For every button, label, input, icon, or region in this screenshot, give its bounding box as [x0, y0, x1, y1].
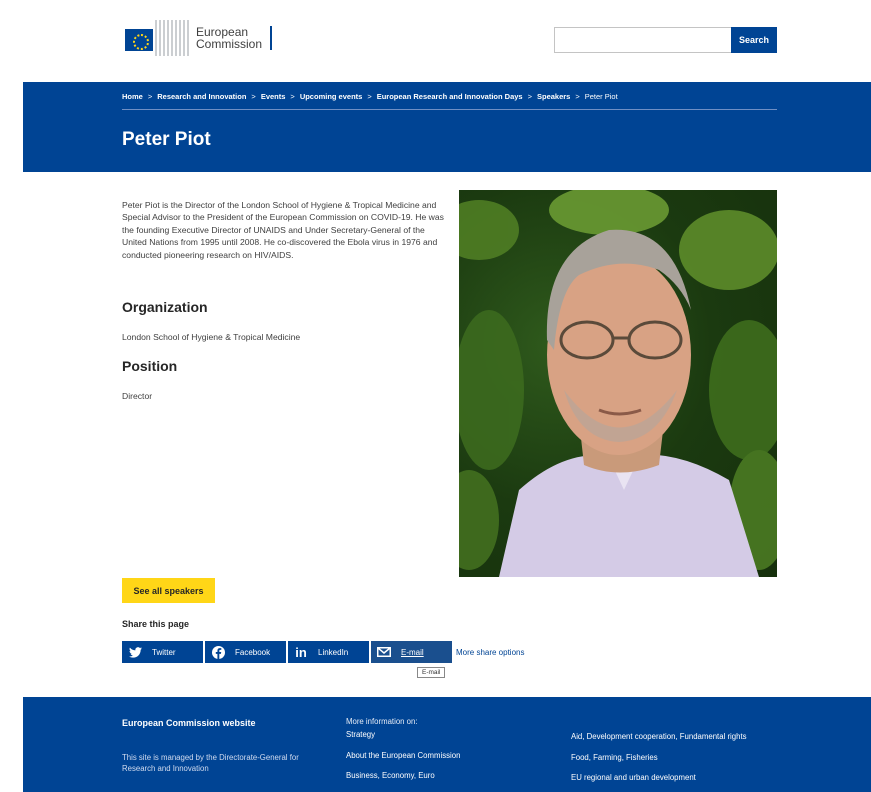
breadcrumb-separator-icon: >: [367, 92, 372, 101]
page-header-band: Home > Research and Innovation > Events …: [23, 82, 871, 172]
breadcrumb-speakers[interactable]: Speakers: [537, 92, 570, 101]
share-title: Share this page: [122, 619, 190, 629]
footer-links-column-1: More information on: Strategy About the …: [346, 716, 460, 780]
breadcrumb-current: Peter Piot: [584, 92, 618, 101]
position-value: Director: [122, 391, 153, 401]
footer-link-business[interactable]: Business, Economy, Euro: [346, 771, 460, 780]
footer-managed-by: This site is managed by the Directorate-…: [122, 753, 299, 773]
search-button[interactable]: Search: [731, 27, 777, 53]
email-tooltip: E-mail: [417, 667, 446, 678]
footer-link-aid[interactable]: Aid, Development cooperation, Fundamenta…: [571, 732, 747, 741]
position-heading: Position: [122, 358, 178, 374]
search-input[interactable]: [554, 27, 731, 53]
european-commission-logo[interactable]: European Commission: [122, 20, 273, 56]
footer-link-regional[interactable]: EU regional and urban development: [571, 773, 747, 782]
footer-link-strategy[interactable]: Strategy: [346, 728, 460, 741]
site-header: European Commission Search: [0, 0, 871, 82]
share-label: Twitter: [152, 647, 176, 657]
share-twitter-button[interactable]: Twitter: [122, 641, 203, 663]
twitter-icon: [128, 645, 142, 659]
footer-more-info-label: More information on:: [346, 717, 418, 726]
breadcrumb-separator-icon: >: [290, 92, 295, 101]
breadcrumb-home[interactable]: Home: [122, 92, 143, 101]
site-footer: European Commission website This site is…: [23, 697, 871, 792]
speaker-bio: Peter Piot is the Director of the London…: [122, 200, 444, 260]
breadcrumb-separator-icon: >: [147, 92, 153, 101]
breadcrumb-separator-icon: >: [527, 92, 532, 101]
email-icon: [377, 645, 391, 659]
share-label: E-mail: [401, 647, 424, 657]
share-linkedin-button[interactable]: in LinkedIn: [288, 641, 369, 663]
share-email-button[interactable]: E-mail: [371, 641, 452, 663]
organization-value: London School of Hygiene & Tropical Medi…: [122, 332, 301, 342]
eu-flag-icon: [122, 20, 191, 56]
more-share-options-link[interactable]: More share options: [456, 648, 524, 657]
organization-heading: Organization: [122, 299, 208, 315]
breadcrumb-ri-days[interactable]: European Research and Innovation Days: [377, 92, 523, 101]
facebook-icon: [211, 645, 225, 659]
share-buttons: Twitter Facebook in LinkedIn E-mail: [122, 641, 452, 663]
footer-link-about[interactable]: About the European Commission: [346, 751, 460, 760]
breadcrumb-separator-icon: >: [251, 92, 256, 101]
logo-separator: [270, 26, 273, 50]
footer-title[interactable]: European Commission website: [122, 718, 317, 728]
breadcrumb: Home > Research and Innovation > Events …: [122, 92, 777, 110]
see-all-speakers-button[interactable]: See all speakers: [122, 578, 215, 603]
share-label: LinkedIn: [318, 647, 349, 657]
footer-links-column-2: Aid, Development cooperation, Fundamenta…: [571, 732, 747, 782]
breadcrumb-separator-icon: >: [575, 92, 580, 101]
page-title: Peter Piot: [122, 129, 211, 150]
footer-identity: European Commission website This site is…: [122, 718, 317, 774]
logo-text: European Commission: [196, 25, 263, 51]
breadcrumb-upcoming-events[interactable]: Upcoming events: [300, 92, 363, 101]
page: European Commission Search Home > Resear…: [0, 0, 871, 792]
linkedin-icon: in: [295, 644, 307, 660]
search-form: Search: [554, 27, 777, 53]
share-facebook-button[interactable]: Facebook: [205, 641, 286, 663]
speaker-photo: [459, 190, 777, 577]
share-label: Facebook: [235, 647, 271, 657]
breadcrumb-research-innovation[interactable]: Research and Innovation: [157, 92, 246, 101]
breadcrumb-events[interactable]: Events: [261, 92, 286, 101]
footer-link-food[interactable]: Food, Farming, Fisheries: [571, 753, 747, 762]
